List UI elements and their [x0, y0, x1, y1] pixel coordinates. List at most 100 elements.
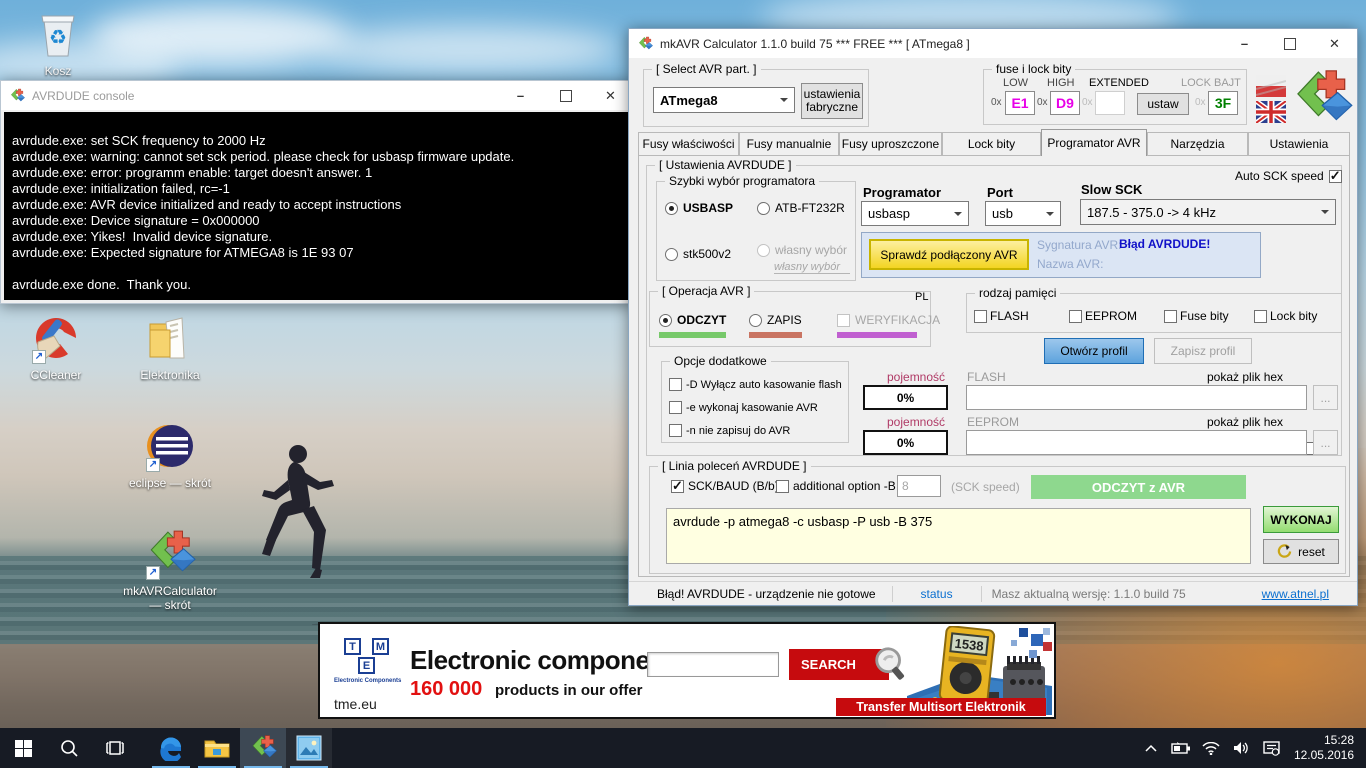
poland-flag-icon[interactable] [1256, 75, 1286, 97]
tab-narzedzia[interactable]: Narzędzia [1147, 132, 1248, 155]
tab-fusy-manualnie[interactable]: Fusy manualnie [739, 132, 839, 155]
desktop-icon-mkavrcalculator[interactable]: mkAVRCalculator — skrót [122, 528, 218, 612]
maximize-button[interactable] [543, 81, 588, 110]
jogger-silhouette [262, 445, 334, 625]
tme-banner[interactable]: T M E Electronic Components Electronic c… [318, 622, 1056, 719]
flash-file-input[interactable] [966, 385, 1307, 410]
radio-icon [749, 313, 762, 327]
banner-search-input[interactable] [647, 652, 779, 677]
button-label: ustaw [1147, 97, 1179, 111]
taskbar-photos[interactable] [286, 728, 332, 768]
check-connected-avr-button[interactable]: Sprawdź podłączony AVR [869, 239, 1029, 270]
radio-odczyt[interactable]: ODCZYT [659, 313, 726, 327]
radio-label: ATB-FT232R [775, 201, 845, 215]
browse-flash-button[interactable]: ... [1313, 385, 1338, 410]
checkbox-opt-e[interactable]: -e wykonaj kasowanie AVR [669, 401, 818, 414]
auto-sck-speed-checkbox[interactable]: Auto SCK speed [1235, 168, 1342, 184]
slow-sck-select[interactable]: 187.5 - 375.0 -> 4 kHz [1080, 199, 1336, 225]
port-select[interactable]: usb [985, 201, 1061, 226]
desktop-icon-elektronika[interactable]: Elektronika [122, 312, 218, 382]
task-view-icon [106, 741, 124, 755]
fuse-low-field[interactable]: E1 [1005, 91, 1035, 115]
checkbox-opt-d[interactable]: -D Wyłącz auto kasowanie flash [669, 378, 842, 391]
save-profile-button[interactable]: Zapisz profil [1154, 338, 1252, 364]
minimize-button[interactable] [498, 81, 543, 110]
version-text: Masz aktualną wersję: 1.1.0 build 75 [991, 586, 1186, 601]
ustaw-button[interactable]: ustaw [1137, 93, 1189, 115]
console-titlebar[interactable]: AVRDUDE console [1, 81, 633, 110]
tray-action-center-icon[interactable] [1258, 728, 1284, 768]
desktop-icon-eclipse[interactable]: eclipse — skrót [122, 420, 218, 490]
taskbar-edge[interactable] [148, 728, 194, 768]
fuse-high-field[interactable]: D9 [1050, 91, 1080, 115]
task-view-button[interactable] [92, 728, 138, 768]
avr-part-select[interactable]: ATmega8 [653, 87, 795, 113]
checkbox-sck-baud[interactable]: SCK/BAUD (B/b) [671, 478, 779, 494]
radio-zapis[interactable]: ZAPIS [749, 313, 802, 327]
checkbox-label: WERYFIKACJA [855, 313, 941, 327]
tray-battery-icon[interactable] [1168, 728, 1194, 768]
icon-label: eclipse — skrót [128, 476, 212, 490]
open-profile-button[interactable]: Otwórz profil [1044, 338, 1144, 364]
mkavr-logo-large [1289, 67, 1353, 131]
radio-icon [757, 201, 770, 215]
reset-button[interactable]: reset [1263, 539, 1339, 564]
tme-logo-subtext: Electronic Components [334, 678, 402, 684]
programator-select[interactable]: usbasp [861, 201, 969, 226]
minimize-button[interactable] [1222, 29, 1267, 58]
tab-programator-avr[interactable]: Programator AVR [1041, 129, 1147, 156]
start-button[interactable] [0, 728, 46, 768]
custom-choice-input[interactable]: własny wybór [774, 261, 850, 274]
input-placeholder: własny wybór [774, 261, 841, 273]
tab-lock-bity[interactable]: Lock bity [942, 132, 1041, 155]
taskbar-clock[interactable]: 15:28 12.05.2016 [1288, 733, 1358, 763]
eeprom-file-input[interactable] [966, 430, 1307, 455]
checkbox-fuse-bity[interactable]: Fuse bity [1164, 309, 1229, 323]
radio-icon [665, 247, 678, 261]
tab-ustawienia[interactable]: Ustawienia [1248, 132, 1350, 155]
tray-volume-icon[interactable] [1228, 728, 1254, 768]
avrdude-command-input[interactable]: avrdude -p atmega8 -c usbasp -P usb -B 3… [666, 508, 1251, 564]
desktop-icon-ccleaner[interactable]: CCleaner [8, 312, 104, 382]
percent-value: 0% [896, 435, 915, 450]
radio-atb-ft232r[interactable]: ATB-FT232R [757, 201, 845, 215]
folder-icon [144, 312, 196, 364]
tab-fusy-wlasciwosci[interactable]: Fusy właściwości [638, 132, 739, 155]
app-titlebar[interactable]: mkAVR Calculator 1.1.0 build 75 *** FREE… [629, 29, 1357, 58]
tray-wifi-icon[interactable] [1198, 728, 1224, 768]
browse-eeprom-button[interactable]: ... [1313, 430, 1338, 455]
checkbox-label: additional option -B [793, 479, 896, 493]
checkbox-icon [1254, 309, 1267, 323]
input-value: 8 [902, 479, 909, 493]
hex-prefix: 0x [991, 97, 1002, 108]
wykonaj-button[interactable]: WYKONAJ [1263, 506, 1339, 533]
lock-bajt-field[interactable]: 3F [1208, 91, 1238, 115]
eeprom-capacity-value: 0% [863, 430, 948, 455]
radio-stk500v2[interactable]: stk500v2 [665, 247, 731, 261]
photos-icon [296, 735, 322, 761]
console-output[interactable]: avrdude.exe: set SCK frequency to 2000 H… [4, 112, 630, 300]
taskbar-search-button[interactable] [46, 728, 92, 768]
checkbox-label: EEPROM [1085, 309, 1138, 323]
close-button[interactable] [1312, 29, 1357, 58]
checkbox-additional-b[interactable]: additional option -B [776, 479, 896, 493]
group-label: Szybki wybór programatora [665, 174, 820, 188]
checkbox-flash[interactable]: FLASH [974, 309, 1029, 323]
tab-fusy-uproszczone[interactable]: Fusy uproszczone [839, 132, 942, 155]
factory-settings-button[interactable]: ustawienia fabryczne [801, 83, 863, 119]
uk-flag-icon[interactable] [1256, 101, 1286, 123]
slow-sck-value: 187.5 - 375.0 -> 4 kHz [1087, 204, 1216, 220]
b-value-input[interactable]: 8 [897, 475, 941, 497]
checkbox-eeprom[interactable]: EEPROM [1069, 309, 1137, 323]
radio-usbasp[interactable]: USBASP [665, 201, 733, 215]
close-button[interactable] [588, 81, 633, 110]
maximize-button[interactable] [1267, 29, 1312, 58]
taskbar-mkavr-calculator[interactable] [240, 728, 286, 768]
checkbox-opt-n[interactable]: -n nie zapisuj do AVR [669, 424, 790, 437]
checkbox-lock-bity[interactable]: Lock bity [1254, 309, 1317, 323]
taskbar-file-explorer[interactable] [194, 728, 240, 768]
atnel-link[interactable]: www.atnel.pl [1262, 587, 1329, 601]
tray-chevron-up-icon[interactable] [1138, 728, 1164, 768]
console-title: AVRDUDE console [32, 88, 135, 103]
desktop-icon-recycle-bin[interactable]: ♻ Kosz [10, 8, 106, 78]
